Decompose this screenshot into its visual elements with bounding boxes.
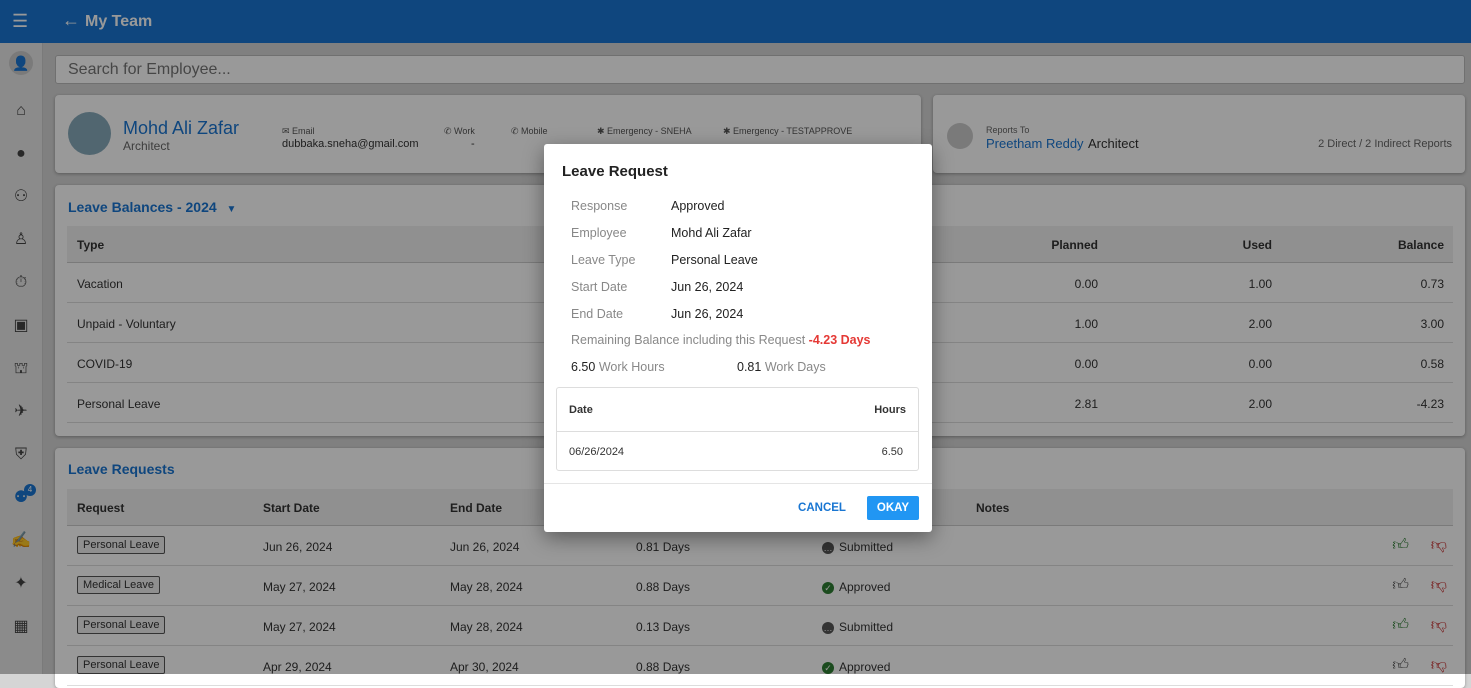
field-label: Start Date (571, 280, 628, 294)
field-value: Jun 26, 2024 (671, 280, 744, 294)
field-label: Employee (571, 226, 627, 240)
row-hours: 6.50 (881, 446, 903, 458)
leave-request-dialog: Leave Request Response Approved Employee Mo… (544, 144, 932, 532)
dialog-hours-table: Date Hours 06/26/2024 6.50 (556, 387, 919, 471)
dialog-title: Leave Request (562, 163, 668, 180)
field-value: Jun 26, 2024 (671, 307, 744, 321)
column-date: Date (569, 404, 593, 416)
work-hours: 6.50 Work Hours (571, 360, 665, 374)
field-value: Approved (671, 199, 725, 213)
field-label: End Date (571, 307, 624, 321)
field-value: Mohd Ali Zafar (671, 226, 752, 240)
field-label: Leave Type (571, 253, 636, 267)
remaining-balance: Remaining Balance including this Request… (571, 333, 871, 347)
okay-button[interactable]: OKAY (867, 496, 919, 520)
field-label: Response (571, 199, 628, 213)
field-value: Personal Leave (671, 253, 758, 267)
work-days: 0.81 Work Days (737, 360, 826, 374)
cancel-button[interactable]: CANCEL (794, 496, 850, 520)
row-date: 06/26/2024 (569, 446, 625, 458)
remaining-balance-value: -4.23 Days (808, 333, 871, 347)
column-hours: Hours (874, 404, 906, 416)
